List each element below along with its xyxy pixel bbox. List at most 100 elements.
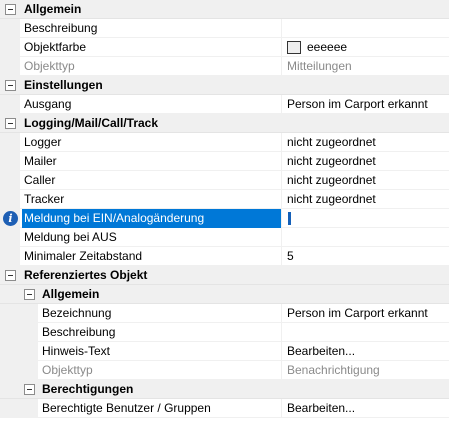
column-separator (281, 228, 282, 247)
category-label: Einstellungen (24, 78, 103, 92)
row-gutter-indent (20, 323, 38, 342)
property-name: Objekttyp (42, 363, 93, 377)
row-gutter-indent (20, 304, 38, 323)
property-name: Tracker (24, 192, 65, 206)
column-separator (281, 209, 282, 228)
property-name: Ausgang (24, 97, 72, 111)
property-value: Benachrichtigung (287, 363, 380, 377)
column-separator (281, 38, 282, 57)
property-grid: Allgemein Beschreibung Objektfarbe eeeeee Ob… (0, 0, 449, 423)
row-gutter (0, 133, 20, 152)
property-value[interactable]: Bearbeiten... (287, 399, 447, 418)
row-gutter (0, 57, 20, 76)
property-row-mailer[interactable]: Mailer nicht zugeordnet (0, 152, 449, 171)
collapse-toggle-icon[interactable] (5, 118, 16, 129)
collapse-toggle-icon[interactable] (24, 384, 35, 395)
property-value[interactable]: nicht zugeordnet (287, 152, 447, 171)
row-gutter-indent (20, 342, 38, 361)
property-value[interactable]: nicht zugeordnet (287, 133, 447, 152)
row-gutter (0, 342, 20, 361)
property-row-minimaler-zeitabstand[interactable]: Minimaler Zeitabstand 5 (0, 247, 449, 266)
property-row-berechtigte-benutzer-gruppen[interactable]: Berechtigte Benutzer / Gruppen Bearbeiten… (0, 399, 449, 418)
property-row-meldung-bei-ein-analogänderung[interactable]: i Meldung bei EIN/Analogänderung (0, 209, 449, 228)
property-name: Beschreibung (42, 325, 116, 339)
property-row-logger[interactable]: Logger nicht zugeordnet (0, 133, 449, 152)
property-value[interactable]: Bearbeiten... (287, 342, 447, 361)
row-gutter (0, 19, 20, 38)
row-gutter (0, 399, 20, 418)
row-gutter (0, 95, 20, 114)
property-row-beschreibung[interactable]: Beschreibung (0, 323, 449, 342)
property-value[interactable]: Person im Carport erkannt (287, 304, 447, 323)
property-row-bezeichnung[interactable]: Bezeichnung Person im Carport erkannt (0, 304, 449, 323)
column-separator (281, 361, 282, 380)
column-separator (281, 399, 282, 418)
category-allgemein[interactable]: Allgemein (0, 285, 449, 304)
property-row-hinweis-text[interactable]: Hinweis-Text Bearbeiten... (0, 342, 449, 361)
property-row-objekttyp[interactable]: Objekttyp Mitteilungen (0, 57, 449, 76)
property-name: Meldung bei EIN/Analogänderung (22, 209, 281, 228)
property-value[interactable]: 5 (287, 247, 447, 266)
property-row-meldung-bei-aus[interactable]: Meldung bei AUS (0, 228, 449, 247)
collapse-toggle-icon[interactable] (5, 80, 16, 91)
category-berechtigungen[interactable]: Berechtigungen (0, 380, 449, 399)
row-gutter (0, 190, 20, 209)
category-label: Berechtigungen (42, 382, 134, 396)
category-allgemein[interactable]: Allgemein (0, 0, 449, 19)
category-label: Allgemein (42, 287, 100, 301)
column-separator (281, 323, 282, 342)
category-label: Referenziertes Objekt (24, 268, 148, 282)
property-name: Berechtigte Benutzer / Gruppen (42, 401, 211, 415)
property-name: Mailer (24, 154, 57, 168)
text-caret (288, 212, 291, 225)
property-row-objektfarbe[interactable]: Objektfarbe eeeeee (0, 38, 449, 57)
property-name: Meldung bei AUS (24, 230, 117, 244)
collapse-toggle-icon[interactable] (5, 270, 16, 281)
property-row-beschreibung[interactable]: Beschreibung (0, 19, 449, 38)
property-name: Caller (24, 173, 56, 187)
property-name: Hinweis-Text (42, 344, 111, 358)
row-gutter-indent (20, 361, 38, 380)
category-label: Allgemein (24, 2, 82, 16)
property-name: Beschreibung (24, 21, 98, 35)
info-icon: i (3, 211, 18, 226)
property-name: Objektfarbe (24, 40, 87, 54)
property-row-tracker[interactable]: Tracker nicht zugeordnet (0, 190, 449, 209)
column-separator (281, 133, 282, 152)
category-einstellungen[interactable]: Einstellungen (0, 76, 449, 95)
column-separator (281, 342, 282, 361)
column-separator (281, 171, 282, 190)
collapse-toggle-icon[interactable] (24, 289, 35, 300)
column-separator (281, 57, 282, 76)
property-value[interactable]: eeeeee (307, 38, 447, 57)
column-separator (281, 95, 282, 114)
row-gutter (0, 228, 20, 247)
row-gutter (0, 38, 20, 57)
property-name: Objekttyp (24, 59, 75, 73)
row-gutter (0, 171, 20, 190)
property-name: Minimaler Zeitabstand (24, 249, 143, 263)
row-gutter-indent (20, 399, 38, 418)
property-value: Mitteilungen (287, 59, 352, 73)
property-row-objekttyp[interactable]: Objekttyp Benachrichtigung (0, 361, 449, 380)
collapse-toggle-icon[interactable] (5, 4, 16, 15)
color-swatch[interactable] (287, 41, 301, 54)
row-gutter (0, 323, 20, 342)
property-row-ausgang[interactable]: Ausgang Person im Carport erkannt (0, 95, 449, 114)
property-name: Bezeichnung (42, 306, 112, 320)
column-separator (281, 247, 282, 266)
category-label: Logging/Mail/Call/Track (24, 116, 159, 130)
property-value[interactable]: nicht zugeordnet (287, 171, 447, 190)
property-value[interactable]: nicht zugeordnet (287, 190, 447, 209)
column-separator (281, 19, 282, 38)
category-logging-mail-call-track[interactable]: Logging/Mail/Call/Track (0, 114, 449, 133)
column-separator (281, 152, 282, 171)
row-gutter (0, 304, 20, 323)
column-separator (281, 304, 282, 323)
row-gutter (0, 361, 20, 380)
property-value[interactable]: Person im Carport erkannt (287, 95, 447, 114)
property-row-caller[interactable]: Caller nicht zugeordnet (0, 171, 449, 190)
row-gutter (0, 152, 20, 171)
column-separator (281, 190, 282, 209)
category-referenziertes-objekt[interactable]: Referenziertes Objekt (0, 266, 449, 285)
